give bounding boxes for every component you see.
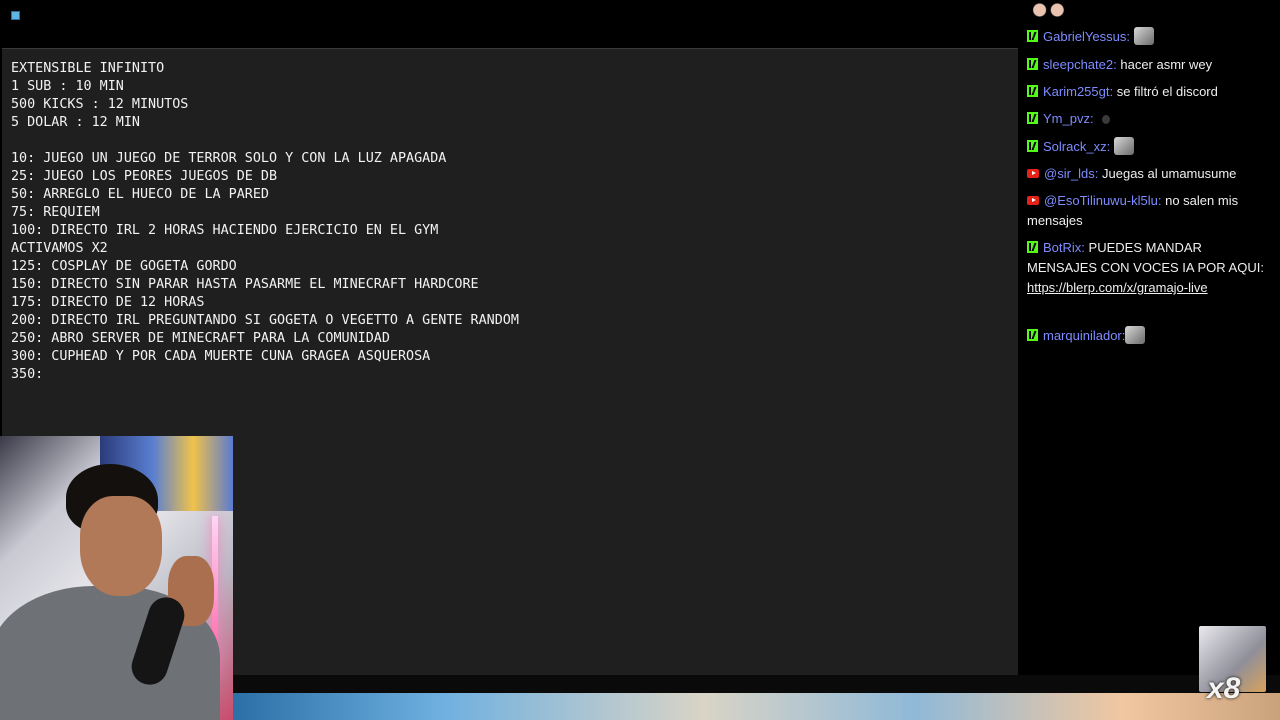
goal-line: 200: DIRECTO IRL PREGUNTANDO SI GOGETA O… (11, 313, 519, 328)
chat-message: Solrack_xz: (1027, 137, 1272, 157)
chat-username[interactable]: marquinilador: (1043, 328, 1125, 343)
chat-username[interactable]: Ym_pvz: (1043, 111, 1094, 126)
kick-icon (1027, 112, 1038, 124)
chat-message: Karim255gt: se filtró el discord (1027, 82, 1272, 102)
goal-line: ACTIVAMOS X2 (11, 241, 108, 256)
goal-line: 250: ABRO SERVER DE MINECRAFT PARA LA CO… (11, 331, 390, 346)
top-bar (0, 0, 1018, 48)
chat-username[interactable]: sleepchate2: (1043, 57, 1117, 72)
kick-icon (1027, 30, 1038, 42)
goal-line (11, 132, 519, 150)
chat-username[interactable]: @EsoTilinuwu-kl5lu: (1044, 193, 1161, 208)
kick-icon (1027, 58, 1038, 70)
emote-icon (1101, 115, 1110, 124)
chat-username[interactable]: BotRix: (1043, 240, 1085, 255)
goal-line: 175: DIRECTO DE 12 HORAS (11, 295, 205, 310)
goal-line: 500 KICKS : 12 MINUTOS (11, 97, 189, 112)
chat-username[interactable]: GabrielYessus: (1043, 29, 1130, 44)
notepad-app-icon (11, 11, 20, 20)
chat-panel: GabrielYessus: sleepchate2: hacer asmr w… (1018, 0, 1280, 675)
webcam-feed (0, 436, 233, 720)
chat-message: marquinilador: (1027, 326, 1272, 346)
chat-username[interactable]: Karim255gt: (1043, 84, 1113, 99)
chat-text: hacer asmr wey (1120, 57, 1213, 72)
goal-line: 5 DOLAR : 12 MIN (11, 115, 140, 130)
goals-list: EXTENSIBLE INFINITO 1 SUB : 10 MIN 500 KIC… (11, 60, 519, 384)
chat-text: Juegas al umamusume (1102, 166, 1237, 181)
goal-line: 25: JUEGO LOS PEORES JUEGOS DE DB (11, 169, 278, 184)
goal-line: 75: REQUIEM (11, 205, 100, 220)
emote-icon (1133, 27, 1154, 45)
chat-message: BotRix: PUEDES MANDAR MENSAJES CON VOCES… (1027, 238, 1272, 298)
emote-icon (1027, 0, 1069, 20)
kick-icon (1027, 85, 1038, 97)
streamer-face (80, 496, 162, 596)
chat-message: @sir_lds: Juegas al umamusume (1027, 164, 1272, 184)
emote-icon (1125, 326, 1146, 344)
chat-username[interactable]: @sir_lds: (1044, 166, 1098, 181)
goal-line: 125: COSPLAY DE GOGETA GORDO (11, 259, 237, 274)
chat-message: Ym_pvz: (1027, 109, 1272, 129)
goal-line: 350: (11, 367, 44, 382)
goal-line: 300: CUPHEAD Y POR CADA MUERTE CUNA GRAG… (11, 349, 431, 364)
goal-line: 150: DIRECTO SIN PARAR HASTA PASARME EL … (11, 277, 479, 292)
chat-message: GabrielYessus: (1027, 27, 1272, 47)
chat-text: se filtró el discord (1116, 84, 1218, 99)
goal-line: 1 SUB : 10 MIN (11, 79, 124, 94)
youtube-icon (1027, 196, 1039, 205)
chat-message: @EsoTilinuwu-kl5lu: no salen mis mensaje… (1027, 191, 1272, 231)
combo-multiplier: x8 (1207, 672, 1241, 705)
emote-icon (1113, 137, 1134, 155)
youtube-icon (1027, 169, 1039, 178)
goal-line: 100: DIRECTO IRL 2 HORAS HACIENDO EJERCI… (11, 223, 439, 238)
kick-icon (1027, 329, 1038, 341)
chat-username[interactable]: Solrack_xz: (1043, 139, 1110, 154)
kick-icon (1027, 241, 1038, 253)
bottom-banner-image (233, 693, 1280, 720)
chat-message: sleepchate2: hacer asmr wey (1027, 55, 1272, 75)
kick-icon (1027, 140, 1038, 152)
chat-link[interactable]: https://blerp.com/x/gramajo-live (1027, 280, 1208, 295)
goal-line: EXTENSIBLE INFINITO (11, 61, 165, 76)
goal-line: 50: ARREGLO EL HUECO DE LA PARED (11, 187, 269, 202)
goal-line: 10: JUEGO UN JUEGO DE TERROR SOLO Y CON … (11, 151, 447, 166)
